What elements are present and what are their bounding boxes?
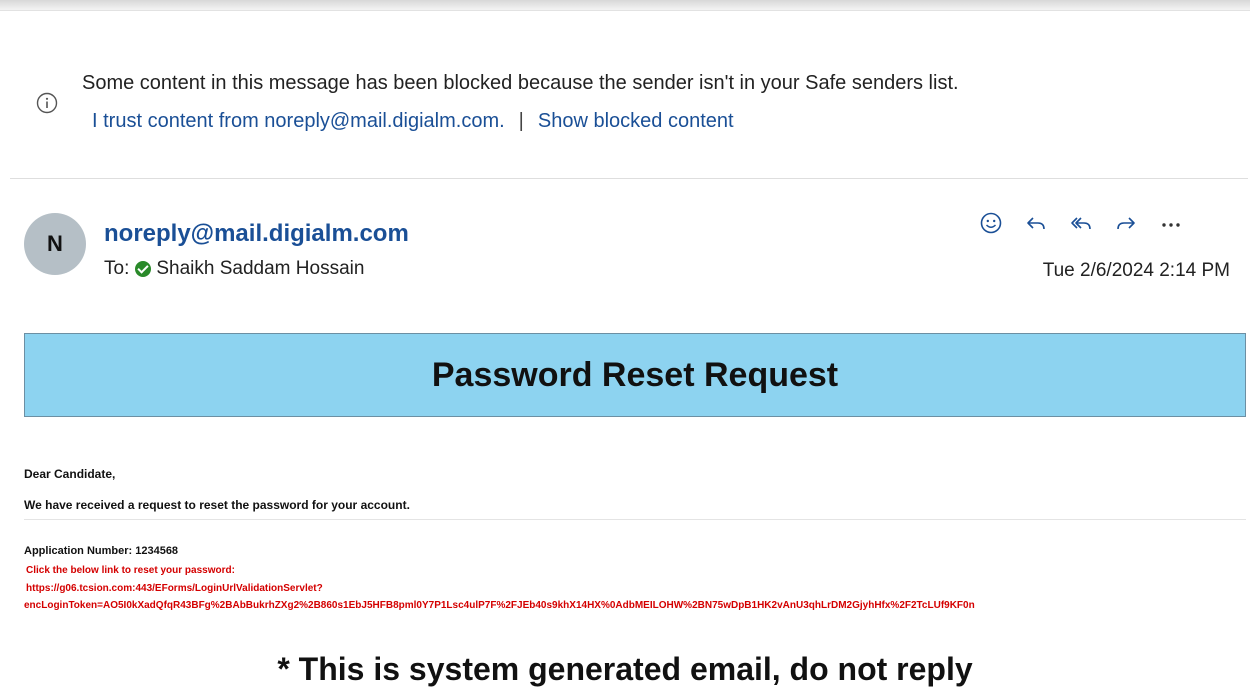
forward-icon (1116, 217, 1135, 230)
reply-icon (1026, 217, 1045, 230)
notice-divider (10, 178, 1248, 179)
more-icon (1161, 223, 1180, 227)
notice-links: I trust content from noreply@mail.digial… (92, 110, 734, 133)
more-actions-button[interactable] (1148, 206, 1193, 240)
verified-check-icon (135, 261, 152, 277)
sender-address[interactable]: noreply@mail.digialm.com (104, 220, 409, 248)
recipient-name[interactable]: Shaikh Saddam Hossain (156, 258, 364, 280)
application-number: Application Number: 1234568 (24, 545, 179, 557)
reset-link-line-2[interactable]: encLoginToken=AO5I0kXadQfqR43BFg%2BAbBuk… (24, 600, 1246, 611)
to-label: To: (104, 258, 130, 279)
reset-banner: Password Reset Request (24, 333, 1246, 417)
link-instruction: Click the below link to reset your passw… (26, 565, 235, 576)
greeting-text: Dear Candidate, (24, 467, 116, 481)
reply-all-icon (1070, 217, 1091, 230)
reset-link-line-1[interactable]: https://g06.tcsion.com:443/EForms/LoginU… (26, 583, 323, 594)
emoji-reaction-button[interactable] (968, 206, 1013, 240)
trust-sender-link[interactable]: I trust content from noreply@mail.digial… (92, 110, 505, 132)
banner-title: Password Reset Request (431, 355, 839, 394)
reply-button[interactable] (1013, 206, 1058, 240)
link-separator: | (518, 110, 524, 132)
message-actions (968, 206, 1193, 240)
reply-all-button[interactable] (1058, 206, 1103, 240)
forward-button[interactable] (1103, 206, 1148, 240)
window-top-bar (0, 0, 1250, 11)
avatar-initial: N (47, 231, 63, 256)
body-divider (24, 519, 1246, 520)
system-generated-note: * This is system generated email, do not… (277, 651, 973, 687)
received-date: Tue 2/6/2024 2:14 PM (1042, 260, 1230, 281)
avatar[interactable]: N (24, 213, 86, 275)
emoji-icon (980, 212, 1001, 234)
show-blocked-content-link[interactable]: Show blocked content (538, 110, 734, 132)
info-icon (36, 92, 58, 114)
notice-message: Some content in this message has been bl… (82, 72, 959, 94)
intro-text: We have received a request to reset the … (24, 498, 410, 512)
recipient-line: To: Shaikh Saddam Hossain (104, 258, 364, 280)
